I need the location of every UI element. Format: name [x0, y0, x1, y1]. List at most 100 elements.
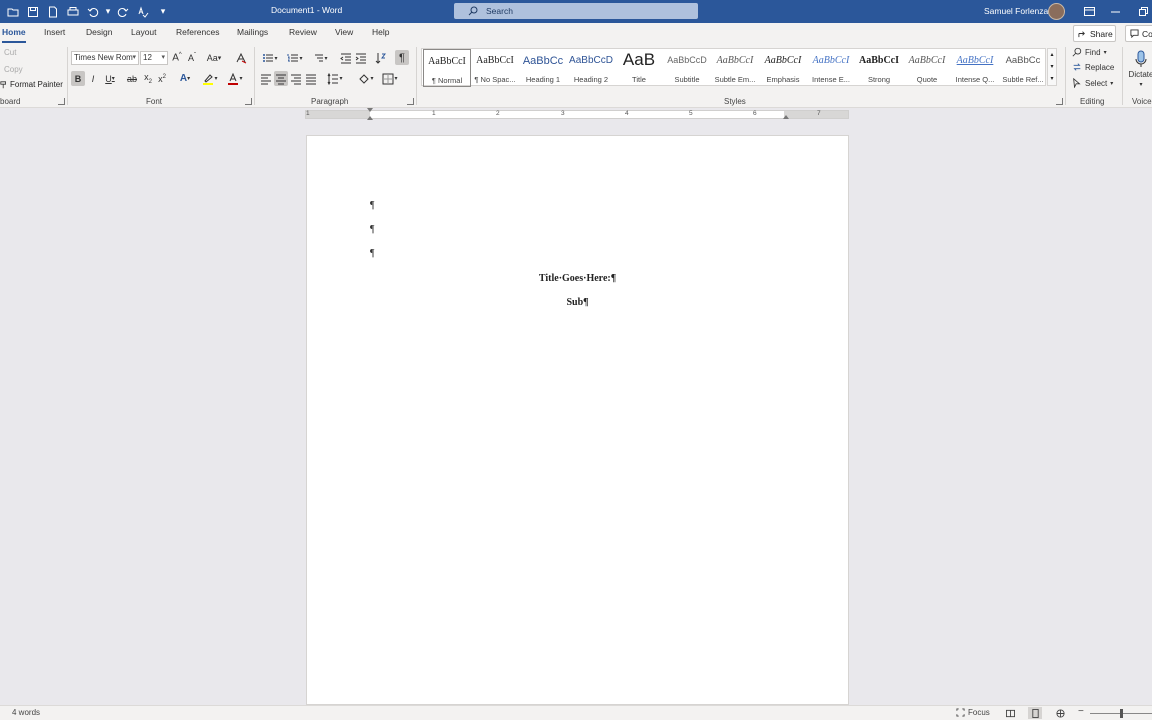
- search-box[interactable]: Search: [454, 3, 698, 19]
- change-case-button[interactable]: Aa ▾: [203, 51, 225, 65]
- borders-button[interactable]: ▾: [379, 71, 401, 86]
- share-button[interactable]: Share: [1073, 25, 1116, 42]
- tab-references[interactable]: References: [176, 27, 219, 37]
- undo-dropdown[interactable]: ▾: [104, 3, 112, 20]
- document-page[interactable]: ¶ ¶ ¶ Title·Goes·Here:¶ Sub¶: [306, 135, 849, 705]
- decrease-indent-button[interactable]: [339, 51, 353, 65]
- font-name-combo[interactable]: Times New Rom ▾: [71, 51, 139, 65]
- shrink-font-button[interactable]: Aˇ: [186, 51, 198, 65]
- style-intense-quote[interactable]: AaBbCcI Intense Q...: [951, 49, 999, 87]
- tab-design[interactable]: Design: [86, 27, 112, 37]
- spelling-button[interactable]: [134, 3, 152, 20]
- paragraph-launcher[interactable]: [407, 98, 414, 105]
- first-line-indent-marker[interactable]: [367, 108, 373, 112]
- style-strong[interactable]: AaBbCcI Strong: [855, 49, 903, 87]
- user-name[interactable]: Samuel Forlenza: [984, 6, 1048, 16]
- tab-layout[interactable]: Layout: [131, 27, 157, 37]
- more-styles-icon[interactable]: ▾: [1048, 73, 1056, 85]
- style-normal[interactable]: AaBbCcI ¶ Normal: [423, 49, 471, 87]
- replace-button[interactable]: Replace: [1072, 61, 1114, 73]
- chevron-down-icon: ▾: [187, 76, 191, 82]
- chevron-up-icon[interactable]: ▴: [1048, 49, 1056, 61]
- save-button[interactable]: [24, 3, 42, 20]
- bullets-button[interactable]: ▾: [259, 51, 281, 65]
- horizontal-ruler[interactable]: 1 1 2 3 4 5 6 7: [305, 108, 849, 120]
- format-painter-button[interactable]: Format Painter: [0, 80, 63, 89]
- numbering-button[interactable]: ▾: [284, 51, 306, 65]
- shading-button[interactable]: ▾: [355, 71, 377, 86]
- justify-button[interactable]: [304, 71, 318, 86]
- subscript-button[interactable]: x2: [142, 71, 154, 86]
- align-left-button[interactable]: [259, 71, 273, 86]
- font-color-button[interactable]: ▾: [224, 71, 246, 86]
- align-right-button[interactable]: [289, 71, 303, 86]
- document-sub-line[interactable]: Sub¶: [307, 297, 848, 308]
- tab-mailings[interactable]: Mailings: [237, 27, 268, 37]
- bold-button[interactable]: B: [71, 71, 85, 86]
- select-button[interactable]: Select ▾: [1072, 77, 1113, 89]
- align-center-button[interactable]: [274, 71, 288, 86]
- style-heading-1[interactable]: AaBbCc Heading 1: [519, 49, 567, 87]
- style-subtle-reference[interactable]: AaBbCc Subtle Ref...: [999, 49, 1047, 87]
- print-layout-button[interactable]: [1028, 707, 1042, 719]
- show-hide-formatting-button[interactable]: ¶: [395, 50, 409, 65]
- clear-formatting-button[interactable]: [234, 51, 248, 65]
- copy-button[interactable]: Copy: [4, 65, 23, 74]
- print-button[interactable]: [64, 3, 82, 20]
- comments-button[interactable]: Con: [1125, 25, 1152, 42]
- dictate-button[interactable]: Dictate ▾: [1129, 46, 1152, 91]
- line-spacing-button[interactable]: ▾: [324, 71, 346, 86]
- zoom-out-button[interactable]: −: [1078, 706, 1084, 717]
- customize-qat-button[interactable]: ▾: [154, 3, 172, 20]
- superscript-button[interactable]: x2: [156, 71, 168, 86]
- restore-button[interactable]: [1134, 3, 1152, 20]
- grow-font-button[interactable]: A^: [171, 51, 183, 65]
- style-emphasis[interactable]: AaBbCcI Emphasis: [759, 49, 807, 87]
- web-layout-button[interactable]: [1053, 707, 1067, 719]
- sort-button[interactable]: [374, 51, 388, 65]
- style-intense-emphasis[interactable]: AaBbCcI Intense E...: [807, 49, 855, 87]
- highlight-button[interactable]: ▾: [199, 71, 221, 86]
- style-subtitle[interactable]: AaBbCcD Subtitle: [663, 49, 711, 87]
- cut-button[interactable]: Cut: [4, 48, 16, 57]
- focus-mode-button[interactable]: Focus: [956, 708, 990, 717]
- document-title-line[interactable]: Title·Goes·Here:¶: [307, 273, 848, 284]
- zoom-slider-thumb[interactable]: [1120, 709, 1123, 718]
- style-title[interactable]: AaB Title: [615, 49, 663, 87]
- find-button[interactable]: Find ▾: [1072, 46, 1107, 58]
- read-mode-button[interactable]: [1003, 707, 1017, 719]
- tab-review[interactable]: Review: [289, 27, 317, 37]
- style-preview: AaBbCcD: [667, 55, 707, 65]
- style-subtle-emphasis[interactable]: AaBbCcI Subtle Em...: [711, 49, 759, 87]
- tab-help[interactable]: Help: [372, 27, 389, 37]
- font-launcher[interactable]: [245, 98, 252, 105]
- styles-gallery-scroll[interactable]: ▴ ▾ ▾: [1047, 48, 1057, 86]
- new-document-button[interactable]: [44, 3, 62, 20]
- chevron-down-icon[interactable]: ▾: [1048, 61, 1056, 73]
- underline-button[interactable]: U ▾: [101, 71, 119, 86]
- tab-home[interactable]: Home: [2, 27, 26, 43]
- word-count[interactable]: 4 words: [12, 708, 40, 717]
- italic-button[interactable]: I: [87, 71, 99, 86]
- minimize-button[interactable]: [1106, 3, 1124, 20]
- avatar[interactable]: [1048, 3, 1065, 20]
- open-button[interactable]: [4, 3, 22, 20]
- style-preview: AaBbCcI: [476, 55, 514, 66]
- tab-insert[interactable]: Insert: [44, 27, 65, 37]
- tab-view[interactable]: View: [335, 27, 353, 37]
- styles-launcher[interactable]: [1056, 98, 1063, 105]
- clipboard-launcher[interactable]: [58, 98, 65, 105]
- redo-button[interactable]: [114, 3, 132, 20]
- style-no-spacing[interactable]: AaBbCcI ¶ No Spac...: [471, 49, 519, 87]
- strikethrough-button[interactable]: ab: [125, 71, 139, 86]
- hanging-indent-marker[interactable]: [367, 116, 373, 120]
- style-quote[interactable]: AaBbCcI Quote: [903, 49, 951, 87]
- right-indent-marker[interactable]: [783, 115, 789, 119]
- text-effects-button[interactable]: A ▾: [174, 71, 196, 86]
- undo-button[interactable]: [84, 3, 102, 20]
- style-heading-2[interactable]: AaBbCcD Heading 2: [567, 49, 615, 87]
- increase-indent-button[interactable]: [354, 51, 368, 65]
- ribbon-display-options-button[interactable]: [1080, 3, 1098, 20]
- font-size-combo[interactable]: 12 ▾: [140, 51, 168, 65]
- multilevel-list-button[interactable]: ▾: [309, 51, 331, 65]
